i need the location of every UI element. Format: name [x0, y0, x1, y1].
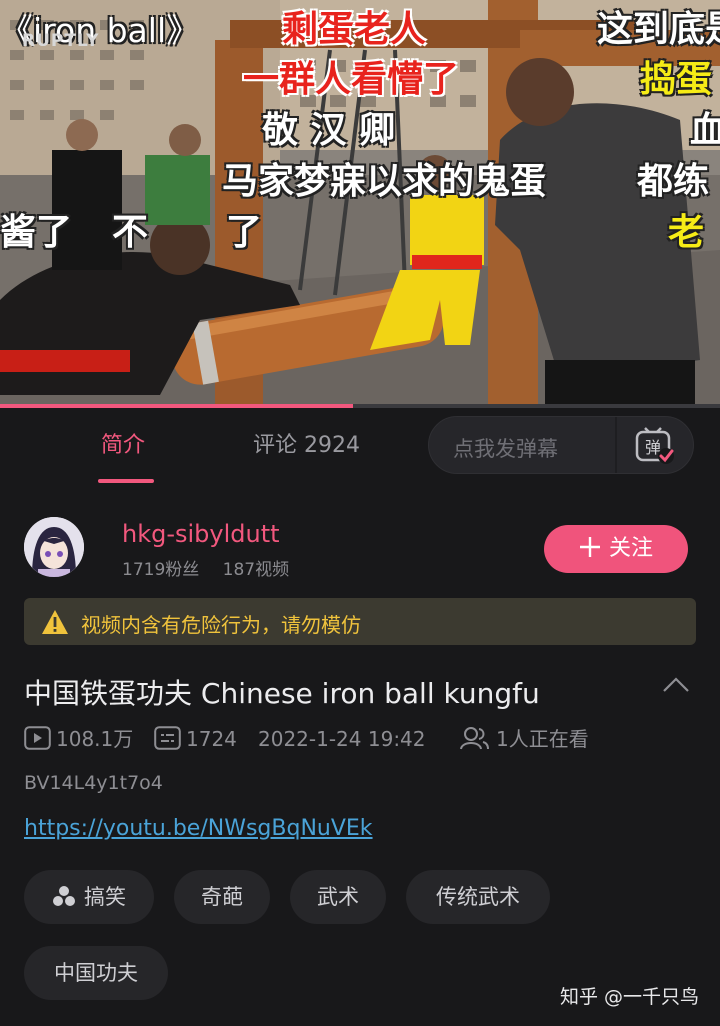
danmaku-count-icon [154, 726, 181, 750]
follow-button[interactable]: 关注 [544, 525, 688, 573]
plus-icon [579, 537, 600, 557]
danger-warning-banner: 视频内含有危险行为，请勿模仿 [24, 598, 696, 645]
overlay-caption: 都练 [637, 161, 710, 202]
follow-label: 关注 [608, 536, 653, 561]
view-count: 108.1万 [56, 727, 134, 751]
play-count-icon [24, 726, 51, 750]
bvid: BV14L4y1t7o4 [24, 772, 163, 794]
danmaku-input[interactable]: 点我发弹幕 弹 [428, 416, 694, 474]
overlay-caption: 了 [226, 212, 263, 253]
tag-chip[interactable]: 传统武术 [406, 870, 550, 924]
hot-tag-icon [53, 886, 75, 906]
video-title: 中国铁蛋功夫 Chinese iron ball kungfu [24, 677, 540, 710]
warning-triangle-icon [42, 610, 68, 634]
overlay-caption: 马家梦寐以求的鬼蛋 [222, 161, 547, 202]
avatar[interactable] [24, 517, 84, 577]
tag-chip[interactable]: 中国功夫 [24, 946, 168, 1000]
overlay-caption: 酱了 [0, 212, 73, 253]
tag-label: 搞笑 [84, 885, 126, 909]
uploader-stats: 1719粉丝 187视频 [122, 555, 307, 580]
danmaku-toggle-icon[interactable]: 弹 [635, 426, 675, 466]
danmaku-count: 1724 [186, 727, 237, 751]
watching-now: 1人正在看 [496, 727, 589, 751]
tag-chip[interactable]: 武术 [290, 870, 386, 924]
overlay-caption: 血 [690, 110, 720, 151]
overlay-caption: 这到底是 [597, 9, 720, 50]
uploader-followers: 1719粉丝 [122, 560, 200, 580]
viewers-icon [460, 727, 489, 750]
tab-comments[interactable]: 评论 2924 [253, 432, 360, 460]
zhihu-watermark: 知乎 @一千只鸟 [559, 986, 699, 1008]
danmaku-placeholder: 点我发弹幕 [453, 437, 558, 461]
uploader-name[interactable]: hkg-sibyldutt [122, 520, 280, 548]
overlay-caption: 敬 汉 卿 [262, 110, 396, 151]
source-link[interactable]: https://youtu.be/NWsgBqNuVEk [24, 816, 373, 841]
uploader-videos: 187视频 [222, 560, 290, 580]
avatar-image [24, 517, 84, 577]
chevron-up-icon[interactable] [662, 676, 690, 694]
ruptly-logo: RUPTLY [22, 31, 100, 51]
video-progress-fill [0, 404, 353, 408]
overlay-caption: 一群人看懵了 [243, 59, 460, 100]
overlay-caption: 捣蛋 [640, 59, 713, 100]
publish-date: 2022-1-24 19:42 [258, 727, 426, 751]
overlay-caption: 不 [112, 212, 149, 253]
tab-intro-underline [98, 479, 154, 483]
tag-chip[interactable]: 搞笑 [24, 870, 154, 924]
tag-chip[interactable]: 奇葩 [174, 870, 270, 924]
overlay-caption: 老 [668, 212, 705, 253]
video-player[interactable]: 《iron ball》 RUPTLY 剩蛋老人 一群人看懵了 敬 汉 卿 马家梦… [0, 0, 720, 408]
warning-text: 视频内含有危险行为，请勿模仿 [81, 613, 361, 637]
tab-intro[interactable]: 简介 [101, 432, 145, 460]
video-progress-bar[interactable] [0, 404, 720, 408]
danmaku-divider [615, 417, 617, 473]
overlay-caption: 剩蛋老人 [282, 9, 427, 50]
